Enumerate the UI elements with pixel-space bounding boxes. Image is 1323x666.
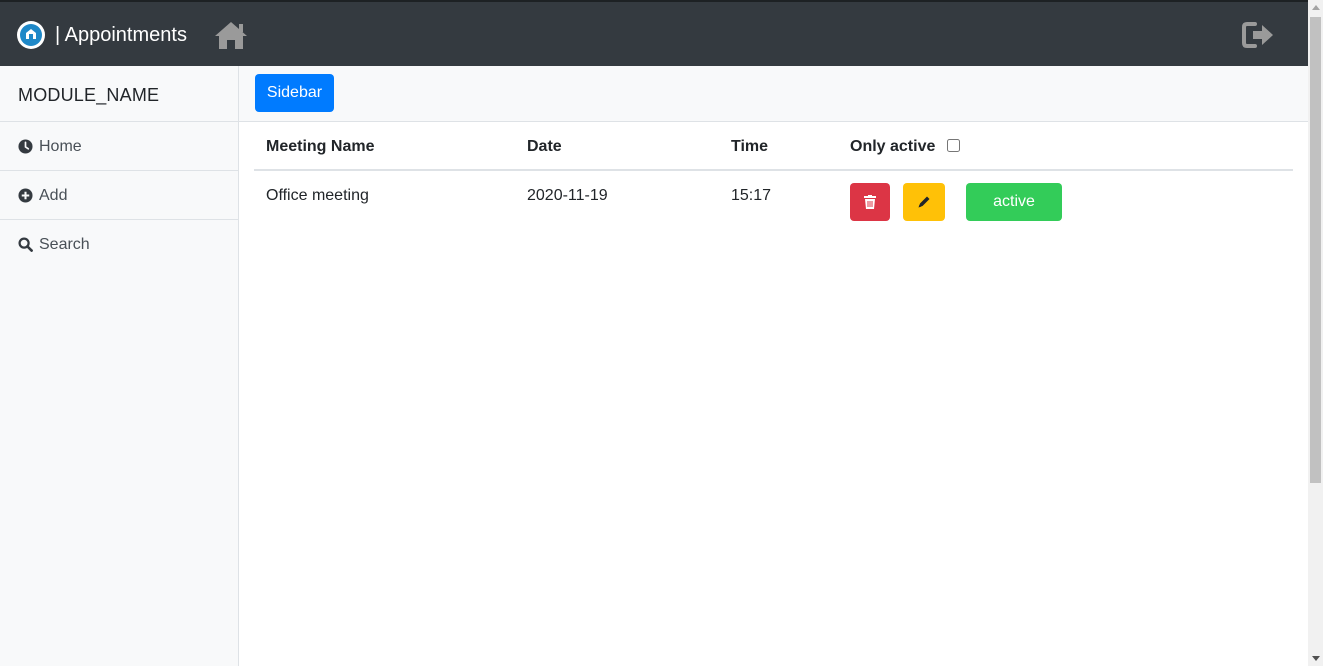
top-navbar: | Appointments [0,0,1308,66]
time-cell: 15:17 [731,187,772,204]
column-header-only-active: Only active [850,138,936,155]
column-header-time: Time [731,138,769,155]
home-icon[interactable] [212,19,250,51]
sidebar-item-label: Home [39,138,82,155]
clock-icon [18,139,33,154]
sidebar-item-search[interactable]: Search [0,220,238,269]
table-row: Office meeting 2020-11-19 15:17 active [254,171,1293,235]
delete-button[interactable] [850,183,890,221]
only-active-checkbox[interactable] [947,139,960,152]
sidebar-toggle-button[interactable]: Sidebar [255,74,334,112]
content-header: Sidebar [239,66,1308,122]
date-cell: 2020-11-19 [527,187,608,204]
active-status-button[interactable]: active [966,183,1062,221]
scroll-down-arrow-icon[interactable] [1312,656,1320,661]
sidebar-item-add[interactable]: Add [0,171,238,220]
module-name: MODULE_NAME [0,66,238,122]
sidebar-item-home[interactable]: Home [0,122,238,171]
sidebar: MODULE_NAME Home Add Search [0,66,239,666]
scrollbar-thumb[interactable] [1310,17,1321,483]
search-icon [18,237,33,252]
sign-out-icon[interactable] [1242,21,1276,49]
logo-icon [20,24,42,46]
scroll-up-arrow-icon[interactable] [1312,5,1320,10]
trash-icon [864,195,876,209]
column-header-meeting-name: Meeting Name [266,138,375,155]
app-logo[interactable] [17,21,45,49]
edit-button[interactable] [903,183,945,221]
app-title: | Appointments [55,24,187,46]
sidebar-item-label: Search [39,236,90,253]
appointments-table: Meeting Name Date Time Only active Offic… [254,122,1293,235]
table-header-row: Meeting Name Date Time Only active [254,122,1293,171]
vertical-scrollbar[interactable] [1308,0,1323,666]
plus-circle-icon [18,188,33,203]
meeting-name-cell: Office meeting [266,187,369,204]
column-header-date: Date [527,138,562,155]
sidebar-item-label: Add [39,187,68,204]
pencil-icon [918,196,930,208]
